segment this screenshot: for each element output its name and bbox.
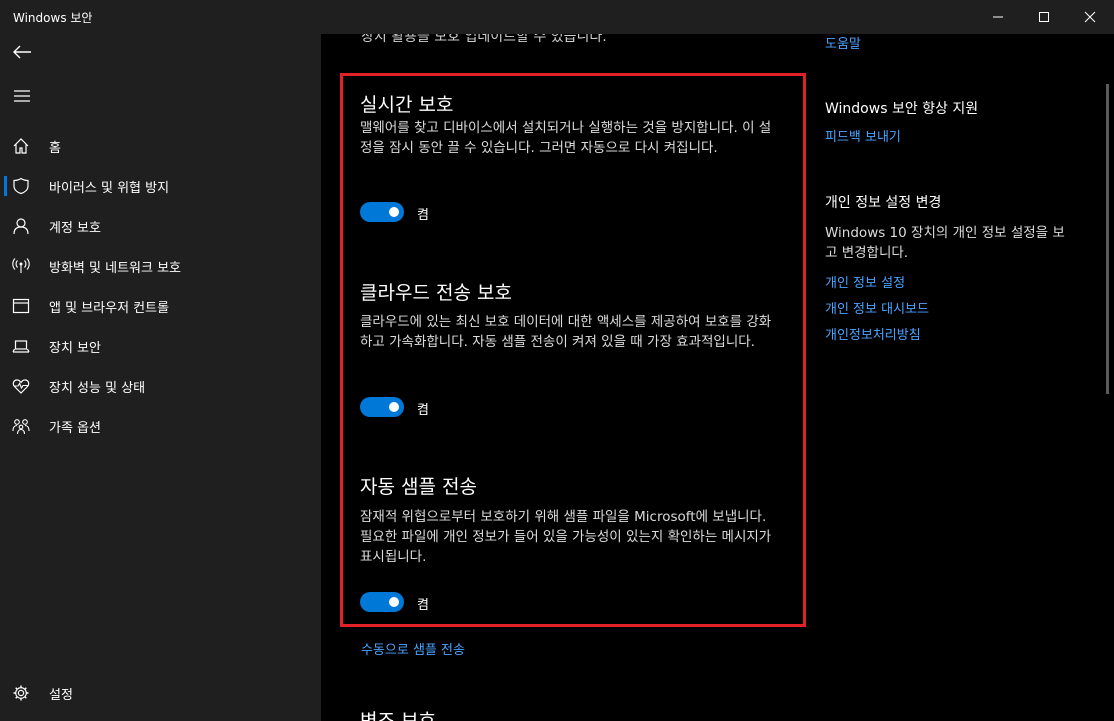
realtime-protection-toggle[interactable] [360, 202, 404, 222]
sidebar-item-label: 앱 및 브라우저 컨트롤 [49, 301, 170, 316]
auto-sample-desc: 잠재적 위협으로부터 보호하기 위해 샘플 파일을 Microsoft에 보냅니… [360, 509, 772, 565]
sidebar: 홈 바이러스 및 위협 방지 계정 보호 방화벽 및 네트워크 보호 앱 및 브… [0, 34, 321, 721]
heart-pulse-icon [12, 377, 30, 395]
sidebar-item-label: 설정 [49, 688, 73, 703]
privacy-settings-link[interactable]: 개인 정보 설정 [825, 272, 905, 291]
privacy-dashboard-link[interactable]: 개인 정보 대시보드 [825, 298, 929, 317]
sidebar-item-label: 장치 보안 [49, 341, 101, 356]
sidebar-item-firewall[interactable]: 방화벽 및 네트워크 보호 [0, 246, 321, 286]
sidebar-item-label: 가족 옵션 [49, 421, 101, 436]
title-bar: Windows 보안 [0, 0, 1114, 34]
realtime-protection-title: 실시간 보호 [360, 94, 454, 116]
partial-text-top: 장치 활용을 보호 업데이트할 수 있습니다. [361, 34, 607, 45]
tamper-protection-title: 변조 보호 [360, 710, 436, 721]
minimize-icon [993, 16, 1003, 18]
hamburger-menu-button[interactable] [8, 82, 36, 110]
sidebar-item-label: 바이러스 및 위협 방지 [49, 181, 170, 196]
realtime-protection-desc: 맬웨어를 찾고 디바이스에서 설치되거나 실행하는 것을 방지합니다. 이 설정… [360, 120, 772, 156]
sidebar-item-settings[interactable]: 설정 [0, 673, 321, 713]
improve-heading: Windows 보안 향상 지원 [825, 101, 979, 117]
cloud-protection-toggle[interactable] [360, 397, 404, 417]
toggle-knob [389, 402, 399, 412]
maximize-button[interactable] [1021, 0, 1067, 34]
privacy-desc: Windows 10 장치의 개인 정보 설정을 보고 변경합니다. [825, 225, 1065, 261]
minimize-button[interactable] [975, 0, 1021, 34]
feedback-link[interactable]: 피드백 보내기 [825, 126, 901, 145]
main-content: 장치 활용을 보호 업데이트할 수 있습니다. 실시간 보호 맬웨어를 찾고 디… [321, 34, 1114, 721]
hamburger-icon [14, 90, 30, 102]
help-link[interactable]: 도움말 [825, 34, 861, 52]
privacy-heading: 개인 정보 설정 변경 [825, 195, 942, 211]
close-icon [1084, 11, 1096, 23]
sidebar-item-label: 장치 성능 및 상태 [49, 381, 146, 396]
window-title: Windows 보안 [13, 11, 93, 25]
close-button[interactable] [1067, 0, 1113, 34]
toggle-knob [389, 207, 399, 217]
sidebar-item-family-options[interactable]: 가족 옵션 [0, 406, 321, 446]
cloud-protection-title: 클라우드 전송 보호 [360, 282, 512, 304]
privacy-statement-link[interactable]: 개인정보처리방침 [825, 324, 921, 343]
toggle-knob [389, 597, 399, 607]
gear-icon [12, 684, 30, 702]
selected-indicator [4, 176, 7, 196]
sidebar-item-device-health[interactable]: 장치 성능 및 상태 [0, 366, 321, 406]
back-button[interactable] [8, 38, 36, 66]
sidebar-item-device-security[interactable]: 장치 보안 [0, 326, 321, 366]
shield-icon [12, 177, 30, 195]
auto-sample-toggle-label: 켬 [417, 598, 429, 613]
manual-sample-link[interactable]: 수동으로 샘플 전송 [361, 639, 465, 658]
person-icon [12, 217, 30, 235]
sidebar-item-label: 홈 [49, 141, 61, 156]
cloud-protection-toggle-label: 켬 [417, 403, 429, 418]
auto-sample-toggle[interactable] [360, 592, 404, 612]
app-window-icon [12, 297, 30, 315]
sidebar-item-app-browser[interactable]: 앱 및 브라우저 컨트롤 [0, 286, 321, 326]
back-arrow-icon [13, 45, 31, 59]
cloud-protection-desc: 클라우드에 있는 최신 보호 데이터에 대한 액세스를 제공하여 보호를 강화하… [360, 314, 772, 350]
antenna-icon [12, 257, 30, 275]
scrollbar[interactable] [1106, 84, 1109, 394]
realtime-protection-toggle-label: 켬 [417, 208, 429, 223]
sidebar-item-home[interactable]: 홈 [0, 126, 321, 166]
home-icon [12, 137, 30, 155]
sidebar-item-virus-protection[interactable]: 바이러스 및 위협 방지 [0, 166, 321, 206]
laptop-icon [12, 337, 30, 355]
sidebar-item-label: 방화벽 및 네트워크 보호 [49, 261, 181, 276]
sidebar-item-label: 계정 보호 [49, 221, 101, 236]
maximize-icon [1039, 12, 1049, 22]
family-icon [12, 417, 30, 435]
auto-sample-title: 자동 샘플 전송 [360, 476, 477, 498]
sidebar-item-account-protection[interactable]: 계정 보호 [0, 206, 321, 246]
